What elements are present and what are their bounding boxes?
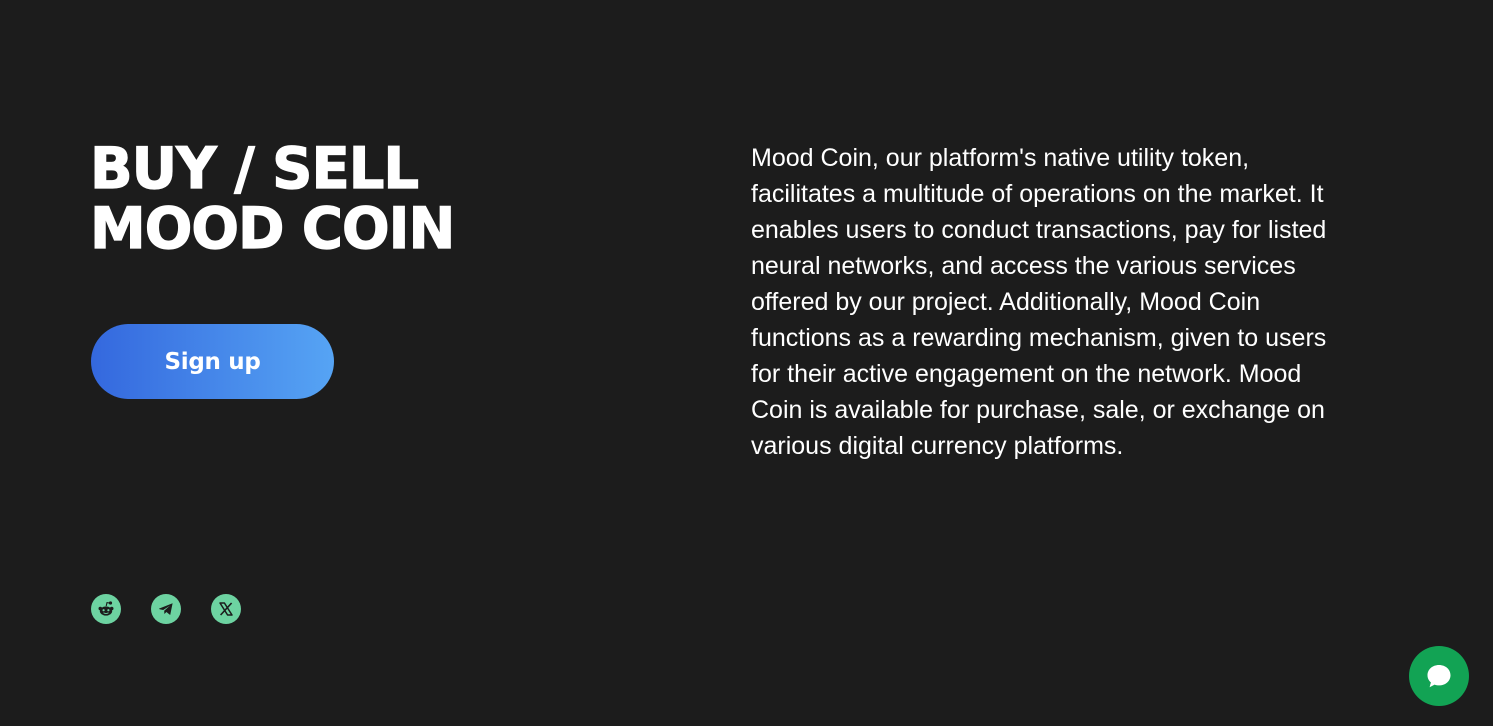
sign-up-button[interactable]: Sign up — [91, 324, 334, 399]
x-link[interactable] — [211, 594, 241, 624]
description-line: offered by our project. Additionally, Mo… — [751, 288, 1261, 316]
description-line: enables users to conduct transactions, p… — [751, 216, 1327, 244]
description-line: facilitates a multitude of operations on… — [751, 180, 1324, 208]
x-icon — [219, 602, 233, 616]
description-line: functions as a rewarding mechanism, give… — [751, 324, 1327, 352]
description-line: Coin is available for purchase, sale, or… — [751, 396, 1325, 424]
headline-line: MOOD COIN — [89, 195, 456, 263]
chat-widget-button[interactable] — [1409, 646, 1469, 706]
description-line: for their active engagement on the netwo… — [751, 360, 1302, 388]
social-links — [91, 594, 241, 624]
reddit-icon — [98, 601, 114, 616]
telegram-link[interactable] — [151, 594, 181, 624]
headline-line: BUY / SELL — [89, 135, 419, 203]
page-title: BUY / SELL MOOD COIN — [89, 135, 456, 263]
reddit-link[interactable] — [91, 594, 121, 624]
hero-section: BUY / SELL MOOD COIN Sign up Mood Coin, … — [0, 0, 1493, 726]
description-text: Mood Coin, our platform's native utility… — [751, 140, 1411, 464]
description-line: neural networks, and access the various … — [751, 252, 1296, 280]
chat-bubble-icon — [1427, 665, 1451, 688]
description-line: various digital currency platforms. — [751, 432, 1124, 460]
description-line: Mood Coin, our platform's native utility… — [751, 144, 1250, 172]
telegram-icon — [159, 603, 173, 615]
